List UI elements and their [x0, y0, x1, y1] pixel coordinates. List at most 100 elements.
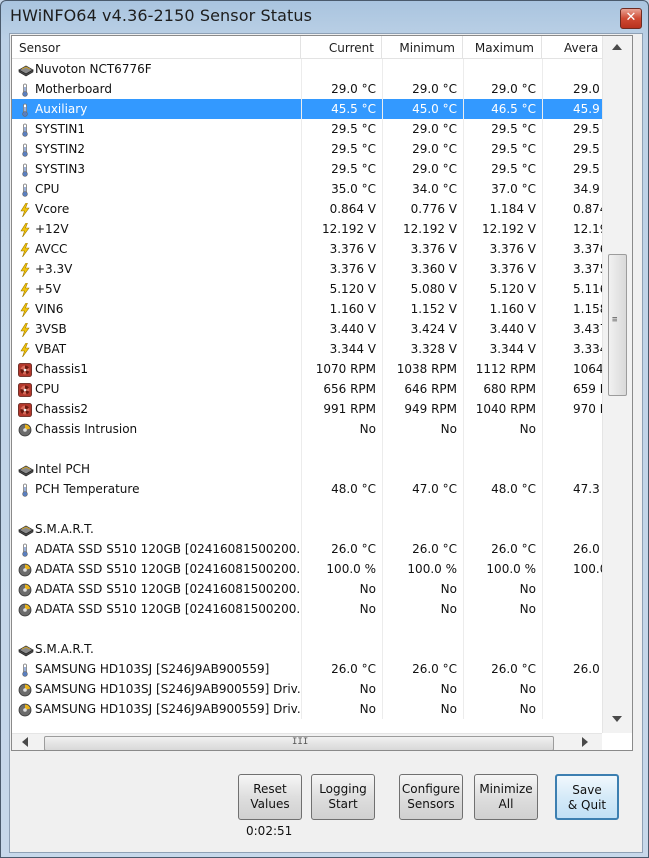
average-value: [573, 419, 602, 439]
grid-line: [542, 279, 543, 299]
horizontal-scrollbar[interactable]: III: [12, 733, 602, 750]
grid-line: [542, 299, 543, 319]
sensor-row[interactable]: ADATA SSD S510 120GB [02416081500200... 1…: [12, 559, 602, 579]
average-value: 3.437: [573, 322, 602, 336]
sensor-row[interactable]: Chassis1 1070 RPM 1038 RPM 1112 RPM 1064 RI: [12, 359, 602, 379]
sensor-name: Chassis2: [35, 402, 89, 416]
sensor-row[interactable]: VIN6 1.160 V 1.152 V 1.160 V 1.158: [12, 299, 602, 319]
sensor-row[interactable]: Chassis Intrusion No No No: [12, 419, 602, 439]
grid-line: [542, 119, 543, 139]
grid-line: [542, 439, 543, 459]
current-value: 991 RPM: [323, 402, 376, 416]
minimum-value: 29.0 °C: [412, 162, 457, 176]
reset-values-label-1: Reset: [253, 782, 287, 796]
column-average[interactable]: Avera: [542, 36, 602, 58]
maximum-value: No: [519, 702, 536, 716]
sensor-row[interactable]: SYSTIN1 29.5 °C 29.0 °C 29.5 °C 29.5: [12, 119, 602, 139]
vertical-scroll-thumb[interactable]: ≡: [608, 254, 627, 396]
maximum-value: 29.5 °C: [491, 142, 536, 156]
grid-line: [542, 479, 543, 499]
logging-start-button[interactable]: Logging Start: [311, 774, 375, 820]
sensor-row[interactable]: ADATA SSD S510 120GB [02416081500200... N…: [12, 579, 602, 599]
maximum-value: 680 RPM: [483, 382, 536, 396]
sensor-row[interactable]: +12V 12.192 V 12.192 V 12.192 V 12.192: [12, 219, 602, 239]
save-quit-button[interactable]: Save & Quit: [555, 774, 619, 820]
maximum-value: 3.376 V: [489, 262, 536, 276]
grid-line: [542, 319, 543, 339]
current-value: [301, 619, 382, 639]
average-value: 659 RI: [573, 382, 602, 396]
hscroll-grip-icon: III: [292, 737, 309, 747]
column-sensor[interactable]: Sensor: [12, 36, 301, 58]
sensor-name: [12, 619, 301, 639]
minimize-all-button[interactable]: Minimize All: [474, 774, 538, 820]
sensor-name: SYSTIN2: [35, 142, 86, 156]
vertical-scrollbar[interactable]: ≡: [602, 36, 632, 733]
sensor-row[interactable]: SYSTIN2 29.5 °C 29.0 °C 29.5 °C 29.5: [12, 139, 602, 159]
average-value: 34.9: [573, 182, 600, 196]
close-button[interactable]: ✕: [620, 8, 642, 29]
current-value: [301, 499, 382, 519]
column-minimum[interactable]: Minimum: [382, 36, 463, 58]
scroll-down-arrow-icon[interactable]: [612, 716, 622, 722]
sensor-group-row[interactable]: S.M.A.R.T.: [12, 639, 602, 659]
scroll-grip-icon: ≡: [612, 315, 618, 325]
minimum-value: 949 RPM: [404, 402, 457, 416]
logging-start-label-1: Logging: [319, 782, 367, 796]
sensor-group-row[interactable]: S.M.A.R.T.: [12, 519, 602, 539]
sensor-row[interactable]: ADATA SSD S510 120GB [02416081500200... N…: [12, 599, 602, 619]
scroll-right-arrow-icon[interactable]: [582, 737, 588, 747]
current-value: 35.0 °C: [331, 182, 376, 196]
minimum-value: No: [440, 582, 457, 596]
sensor-row[interactable]: Chassis2 991 RPM 949 RPM 1040 RPM 970 RI: [12, 399, 602, 419]
sensor-row[interactable]: ADATA SSD S510 120GB [02416081500200... 2…: [12, 539, 602, 559]
title-bar[interactable]: HWiNFO64 v4.36-2150 Sensor Status ✕: [1, 1, 648, 33]
maximum-value: No: [519, 422, 536, 436]
sensor-group-row[interactable]: Nuvoton NCT6776F: [12, 59, 602, 79]
sensor-row[interactable]: CPU 656 RPM 646 RPM 680 RPM 659 RI: [12, 379, 602, 399]
sensor-name: +5V: [35, 282, 61, 296]
maximum-value: 1040 RPM: [475, 402, 536, 416]
current-value: 45.5 °C: [331, 102, 376, 116]
sensor-row[interactable]: SAMSUNG HD103SJ [S246J9AB900559] Driv...…: [12, 679, 602, 699]
sensor-row[interactable]: Vcore 0.864 V 0.776 V 1.184 V 0.874: [12, 199, 602, 219]
configure-sensors-button[interactable]: Configure Sensors: [399, 774, 463, 820]
average-value: 100.0: [573, 562, 602, 576]
minimum-value: 45.0 °C: [412, 102, 457, 116]
reset-values-button[interactable]: Reset Values: [238, 774, 302, 820]
grid-line: [542, 639, 543, 659]
sensor-row[interactable]: +3.3V 3.376 V 3.360 V 3.376 V 3.375: [12, 259, 602, 279]
sensor-row[interactable]: Auxiliary 45.5 °C 45.0 °C 46.5 °C 45.9: [12, 99, 602, 119]
column-current[interactable]: Current: [301, 36, 382, 58]
reset-values-label-2: Values: [250, 797, 290, 811]
average-value: [573, 439, 602, 459]
minimum-value: [382, 519, 463, 539]
minimum-value: [382, 499, 463, 519]
sensor-name: Auxiliary: [35, 102, 88, 116]
column-maximum[interactable]: Maximum: [463, 36, 542, 58]
sensor-row[interactable]: PCH Temperature 48.0 °C 47.0 °C 48.0 °C 47.3: [12, 479, 602, 499]
sensor-row[interactable]: Motherboard 29.0 °C 29.0 °C 29.0 °C 29.0: [12, 79, 602, 99]
maximum-value: 3.440 V: [489, 322, 536, 336]
sensor-row[interactable]: VBAT 3.344 V 3.328 V 3.344 V 3.334: [12, 339, 602, 359]
sensor-row[interactable]: SYSTIN3 29.5 °C 29.0 °C 29.5 °C 29.5: [12, 159, 602, 179]
scroll-up-arrow-icon[interactable]: [612, 44, 622, 50]
scroll-left-arrow-icon[interactable]: [22, 737, 28, 747]
sensor-name: SAMSUNG HD103SJ [S246J9AB900559]: [35, 662, 270, 676]
grid-line: [542, 559, 543, 579]
minimum-value: 3.328 V: [410, 342, 457, 356]
horizontal-scroll-thumb[interactable]: III: [44, 736, 554, 750]
sensor-group-row[interactable]: Intel PCH: [12, 459, 602, 479]
sensor-row[interactable]: SAMSUNG HD103SJ [S246J9AB900559] 26.0 °C 2…: [12, 659, 602, 679]
sensor-row[interactable]: CPU 35.0 °C 34.0 °C 37.0 °C 34.9: [12, 179, 602, 199]
grid-line: [542, 219, 543, 239]
sensor-row[interactable]: AVCC 3.376 V 3.376 V 3.376 V 3.376: [12, 239, 602, 259]
sensor-row[interactable]: 3VSB 3.440 V 3.424 V 3.440 V 3.437: [12, 319, 602, 339]
sensor-name: 3VSB: [35, 322, 67, 336]
minimum-value: 34.0 °C: [412, 182, 457, 196]
current-value: [301, 439, 382, 459]
sensor-list[interactable]: Sensor Current Minimum Maximum Avera Nuv…: [11, 35, 633, 751]
sensor-row[interactable]: SAMSUNG HD103SJ [S246J9AB900559] Driv...…: [12, 699, 602, 719]
sensor-row[interactable]: +5V 5.120 V 5.080 V 5.120 V 5.116: [12, 279, 602, 299]
maximum-value: 100.0 %: [486, 562, 536, 576]
